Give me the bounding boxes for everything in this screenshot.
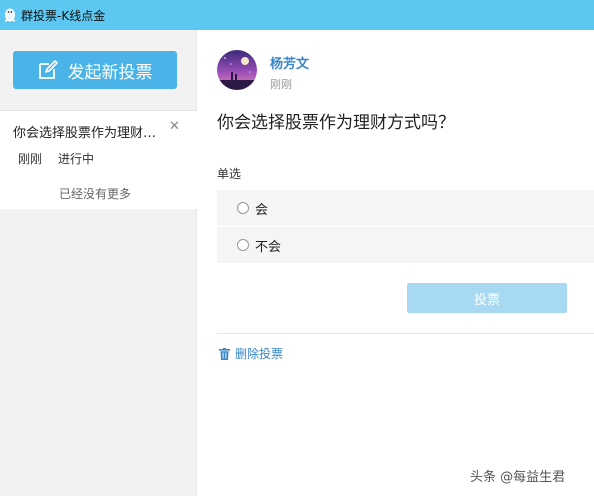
author-name[interactable]: 杨芳文	[270, 53, 309, 72]
no-more-text: 已经没有更多	[59, 187, 132, 201]
window-titlebar: 群投票-K线点金	[0, 0, 594, 30]
vote-detail-panel: 杨芳文 刚刚 你会选择股票作为理财方式吗？ 单选 会 不会 投票 删除投票	[198, 30, 594, 496]
delete-vote-link[interactable]: 删除投票	[219, 345, 283, 362]
vote-list-item[interactable]: 你会选择股票作为理财方式吗？ ✕ 刚刚 进行中	[0, 111, 197, 171]
vote-question: 你会选择股票作为理财方式吗？	[217, 113, 455, 133]
qq-penguin-icon	[4, 8, 16, 22]
new-vote-button[interactable]: 发起新投票	[13, 51, 177, 89]
vote-type-label: 单选	[217, 167, 242, 181]
radio-button[interactable]	[237, 239, 249, 251]
option-label: 不会	[255, 239, 282, 255]
avatar-image	[217, 50, 257, 90]
vote-option[interactable]: 会	[217, 190, 594, 226]
close-icon[interactable]: ✕	[169, 120, 180, 133]
window-title: 群投票-K线点金	[21, 8, 106, 23]
vote-item-time: 刚刚	[18, 152, 43, 166]
edit-icon	[38, 60, 58, 79]
radio-button[interactable]	[237, 202, 249, 214]
delete-vote-label: 删除投票	[235, 347, 284, 361]
submit-vote-button[interactable]: 投票	[407, 283, 567, 313]
new-vote-label: 发起新投票	[67, 62, 153, 83]
sidebar: 发起新投票 你会选择股票作为理财方式吗？ ✕ 刚刚 进行中 已经没有更多	[0, 30, 197, 496]
watermark: 头条 @每益生君	[470, 470, 566, 485]
trash-icon	[219, 347, 230, 360]
vote-item-title: 你会选择股票作为理财方式吗？	[13, 126, 165, 141]
post-time: 刚刚	[270, 78, 292, 91]
vote-option[interactable]: 不会	[217, 227, 594, 263]
divider	[217, 333, 594, 334]
vote-options: 会 不会	[217, 190, 594, 264]
vote-item-status: 进行中	[58, 152, 95, 166]
option-label: 会	[255, 202, 269, 218]
avatar[interactable]	[217, 50, 257, 90]
vote-list: 你会选择股票作为理财方式吗？ ✕ 刚刚 进行中 已经没有更多	[0, 110, 197, 209]
